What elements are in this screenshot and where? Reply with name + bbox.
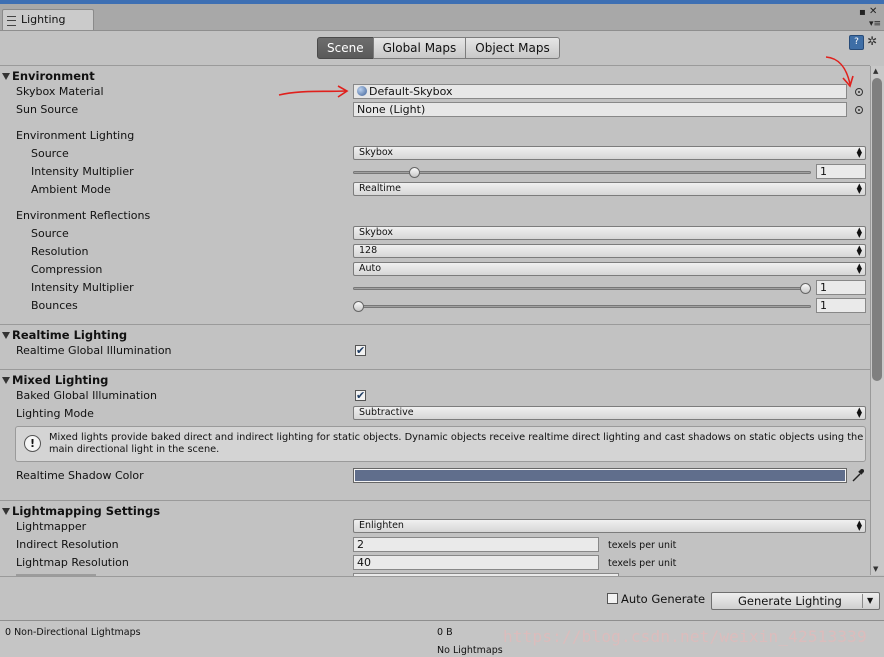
- skybox-material-field[interactable]: Default-Skybox: [353, 84, 847, 99]
- scrollbar-thumb[interactable]: [872, 78, 882, 381]
- section-divider: [0, 500, 870, 501]
- tab-scene[interactable]: Scene: [317, 37, 374, 59]
- lightmapping-settings-foldout[interactable]: Lightmapping Settings: [2, 504, 160, 518]
- lightmap-count-text: 0 Non-Directional Lightmaps: [5, 627, 141, 638]
- lighting-mode-dropdown[interactable]: Subtractive ▲ ▼: [353, 406, 866, 420]
- eyedropper-icon[interactable]: [851, 468, 865, 483]
- scroll-down-icon[interactable]: ▼: [873, 565, 878, 573]
- lightmap-resolution-input[interactable]: 40: [353, 555, 599, 570]
- footer-divider: [0, 576, 884, 577]
- env-lighting-intensity-track[interactable]: [353, 171, 811, 174]
- lightmapper-dropdown[interactable]: Enlighten ▲ ▼: [353, 519, 866, 533]
- section-divider: [0, 369, 870, 370]
- auto-generate-label: Auto Generate: [621, 592, 706, 606]
- reflections-resolution-dropdown[interactable]: 128 ▲ ▼: [353, 244, 866, 258]
- annotation-arrow-left: [278, 90, 347, 96]
- env-lighting-intensity-slider-thumb[interactable]: [408, 167, 420, 178]
- dropdown-arrows-icon: ▲ ▼: [856, 182, 862, 195]
- shadow-color-swatch: [355, 470, 845, 481]
- ambient-mode-dropdown[interactable]: Realtime ▲ ▼: [353, 182, 866, 196]
- info-icon: !: [24, 435, 41, 452]
- section-divider: [0, 324, 870, 325]
- sun-source-field[interactable]: None (Light): [353, 102, 847, 117]
- reflections-intensity-input[interactable]: 1: [816, 280, 866, 295]
- lightmap-resolution-label: Lightmap Resolution: [16, 556, 129, 569]
- environment-reflections-heading: Environment Reflections: [16, 209, 151, 222]
- object-picker-icon[interactable]: [855, 88, 863, 96]
- window-close-icon[interactable]: ✕: [869, 7, 877, 17]
- lightmap-resolution-unit: texels per unit: [608, 558, 677, 569]
- scroll-up-icon[interactable]: ▲: [873, 67, 878, 75]
- bounces-slider-thumb[interactable]: [353, 301, 364, 312]
- reflections-compression-dropdown[interactable]: Auto ▲ ▼: [353, 262, 866, 276]
- mixed-lighting-foldout[interactable]: Mixed Lighting: [2, 373, 108, 387]
- reflections-compression-label: Compression: [31, 263, 103, 276]
- foldout-arrow-icon: [2, 508, 10, 515]
- realtime-lighting-foldout[interactable]: Realtime Lighting: [2, 328, 127, 342]
- window-menu-icon[interactable]: ▪: [859, 8, 866, 18]
- gear-icon[interactable]: ✲: [867, 34, 877, 48]
- bounces-track[interactable]: [353, 305, 811, 308]
- sun-source-label: Sun Source: [16, 103, 79, 116]
- window-options-icon[interactable]: ▾≡: [869, 19, 881, 29]
- dropdown-arrow-icon[interactable]: ▼: [867, 593, 873, 609]
- reflections-intensity-track[interactable]: [353, 287, 811, 290]
- realtime-gi-checkbox[interactable]: ✔: [355, 345, 366, 356]
- foldout-arrow-icon: [2, 377, 10, 384]
- annotation-arrow-right: [825, 56, 851, 85]
- tab-object-maps[interactable]: Object Maps: [465, 37, 560, 59]
- dropdown-arrows-icon: ▲ ▼: [856, 226, 862, 239]
- auto-generate-checkbox[interactable]: [607, 593, 618, 604]
- env-lighting-source-label: Source: [31, 147, 69, 160]
- lighting-mode-label: Lighting Mode: [16, 407, 94, 420]
- reflections-source-label: Source: [31, 227, 69, 240]
- window-tab-title: Lighting: [21, 13, 66, 26]
- baked-gi-label: Baked Global Illumination: [16, 389, 157, 402]
- lighting-window-icon: [7, 16, 16, 26]
- dropdown-arrows-icon: ▲ ▼: [856, 406, 862, 419]
- watermark: https://blog.csdn.net/weixin_42513339: [503, 627, 867, 646]
- reflections-resolution-label: Resolution: [31, 245, 89, 258]
- dropdown-arrows-icon: ▲ ▼: [856, 146, 862, 159]
- lightmap-status-text: No Lightmaps: [437, 645, 503, 656]
- lightmap-size-text: 0 B: [437, 627, 453, 638]
- annotation-arrowhead-left: [337, 85, 349, 98]
- reflections-intensity-slider-thumb[interactable]: [800, 283, 811, 294]
- environment-foldout[interactable]: Environment: [2, 69, 95, 83]
- foldout-arrow-icon: [2, 73, 10, 80]
- shadow-color-field[interactable]: [353, 468, 847, 483]
- environment-lighting-heading: Environment Lighting: [16, 129, 135, 142]
- help-book-icon[interactable]: ?: [849, 35, 864, 50]
- lighting-window-tab[interactable]: Lighting: [2, 9, 94, 30]
- foldout-arrow-icon: [2, 332, 10, 339]
- dropdown-arrows-icon: ▲ ▼: [856, 262, 862, 275]
- skybox-material-label: Skybox Material: [16, 85, 104, 98]
- tab-global-maps[interactable]: Global Maps: [372, 37, 467, 59]
- env-lighting-intensity-input[interactable]: 1: [816, 164, 866, 179]
- bounces-input[interactable]: 1: [816, 298, 866, 313]
- help-message: Mixed lights provide baked direct and in…: [49, 432, 864, 455]
- reflections-intensity-label: Intensity Multiplier: [31, 281, 134, 294]
- dropdown-arrows-icon: ▲ ▼: [856, 519, 862, 532]
- generate-lighting-button[interactable]: Generate Lighting ▼: [711, 592, 880, 610]
- lightmapper-label: Lightmapper: [16, 520, 87, 533]
- shadow-color-label: Realtime Shadow Color: [16, 469, 144, 482]
- lighting-tabs: Scene Global Maps Object Maps: [317, 37, 560, 59]
- mixed-lighting-help-box: ! Mixed lights provide baked direct and …: [15, 426, 866, 462]
- bounces-label: Bounces: [31, 299, 78, 312]
- ambient-mode-label: Ambient Mode: [31, 183, 111, 196]
- reflections-source-dropdown[interactable]: Skybox ▲ ▼: [353, 226, 866, 240]
- env-lighting-source-dropdown[interactable]: Skybox ▲ ▼: [353, 146, 866, 160]
- window-tab-bar: [0, 4, 884, 31]
- toolbar-divider: [0, 65, 870, 66]
- baked-gi-checkbox[interactable]: ✔: [355, 390, 366, 401]
- env-lighting-intensity-label: Intensity Multiplier: [31, 165, 134, 178]
- realtime-gi-label: Realtime Global Illumination: [16, 344, 172, 357]
- dropdown-arrows-icon: ▲ ▼: [856, 244, 862, 257]
- material-sphere-icon: [357, 86, 367, 96]
- object-picker-icon[interactable]: [855, 106, 863, 114]
- indirect-resolution-label: Indirect Resolution: [16, 538, 119, 551]
- indirect-resolution-input[interactable]: 2: [353, 537, 599, 552]
- indirect-resolution-unit: texels per unit: [608, 540, 677, 551]
